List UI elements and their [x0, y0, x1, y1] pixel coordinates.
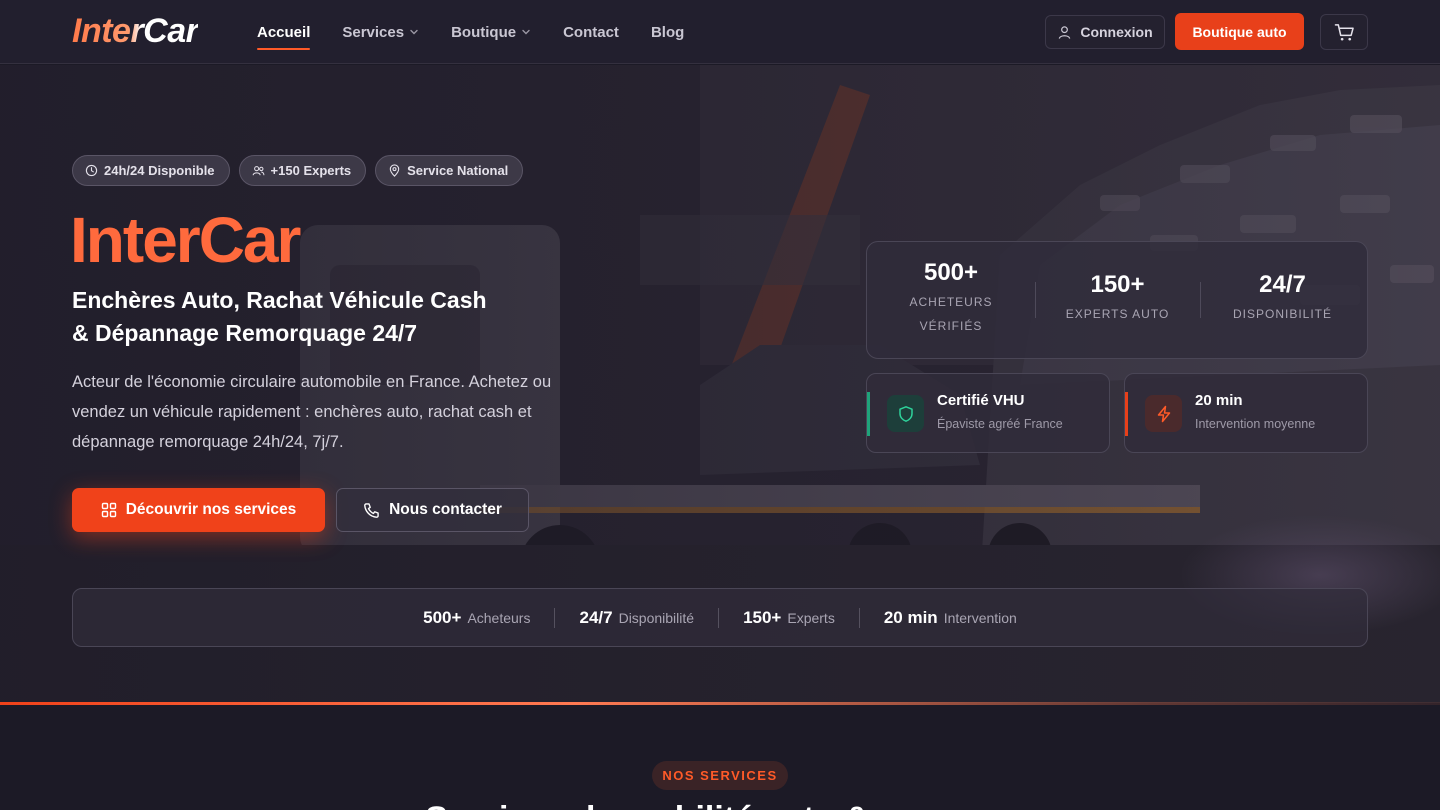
chevron-down-icon [522, 29, 530, 35]
bar-stat-label: Experts [787, 609, 835, 626]
contact-us-button[interactable]: Nous contacter [336, 488, 529, 532]
bar-stat-value: 24/7 [579, 607, 613, 627]
bar-stat-buyers: 500+ Acheteurs [399, 608, 554, 628]
card-accent [1125, 392, 1128, 436]
stat-label: EXPERTS AUTO [1065, 307, 1170, 321]
nav-link-services[interactable]: Services [342, 0, 419, 64]
stat-label: DISPONIBILITÉ [1232, 307, 1333, 321]
bar-stat-availability: 24/7 Disponibilité [555, 608, 718, 628]
map-pin-icon [389, 164, 400, 177]
stat-value: 500+ [923, 259, 979, 286]
bar-stat-intervention: 20 min Intervention [860, 608, 1041, 628]
stat-value: 150+ [1090, 271, 1145, 298]
card-title: Certifié VHU [937, 392, 1025, 409]
hero-section: 24h/24 Disponible +150 Experts Service N… [0, 65, 1440, 703]
lightning-icon [1157, 405, 1170, 422]
bar-stat-experts: 150+ Experts [719, 608, 859, 628]
users-icon [252, 166, 265, 176]
hero-subtitle-line-1: Enchères Auto, Rachat Véhicule Cash [72, 287, 487, 313]
card-title: 20 min [1195, 392, 1243, 409]
nav-link-contact[interactable]: Contact [563, 0, 619, 64]
navbar: InterCar Accueil Services Boutique Conta… [0, 0, 1440, 64]
stat-experts: 150+ EXPERTS AUTO [1035, 242, 1200, 360]
bar-stat-value: 20 min [883, 607, 938, 627]
chevron-down-icon [410, 29, 418, 35]
shield-icon [898, 405, 913, 422]
nav-link-label: Contact [563, 23, 619, 41]
card-intervention-time: 20 min Intervention moyenne [1124, 373, 1368, 453]
login-label: Connexion [1080, 24, 1153, 40]
hero-subtitle-line-2: & Dépannage Remorquage 24/7 [72, 320, 418, 346]
bar-stat-label: Disponibilité [618, 609, 695, 626]
phone-icon [364, 502, 379, 518]
login-button[interactable]: Connexion [1045, 15, 1165, 49]
discover-services-button[interactable]: Découvrir nos services [72, 488, 325, 532]
card-subtitle: Intervention moyenne [1195, 417, 1316, 431]
nav-link-boutique[interactable]: Boutique [451, 0, 531, 64]
badge-label: Service National [407, 163, 509, 178]
hero-stats-card: 500+ ACHETEURS VÉRIFIÉS 150+ EXPERTS AUT… [866, 241, 1368, 359]
bar-stat-value: 500+ [423, 607, 462, 627]
logo[interactable]: InterCar [72, 12, 199, 51]
hero-stats-bar: 500+ Acheteurs 24/7 Disponibilité 150+ E… [72, 588, 1368, 647]
nav-link-label: Services [342, 23, 405, 41]
badge-label: 24h/24 Disponible [104, 163, 215, 178]
stat-value: 24/7 [1259, 271, 1306, 298]
card-icon-box [887, 395, 924, 432]
badge-national: Service National [375, 155, 524, 186]
badge-availability: 24h/24 Disponible [72, 155, 230, 186]
stat-availability: 24/7 DISPONIBILITÉ [1200, 242, 1365, 360]
services-section-heading: Services de mobilité auto & annexes [0, 800, 1440, 810]
card-certified-vhu: Certifié VHU Épaviste agréé France [866, 373, 1110, 453]
bar-stat-label: Acheteurs [467, 609, 531, 626]
badge-experts: +150 Experts [238, 155, 367, 186]
services-section-pill: NOS SERVICES [652, 761, 788, 790]
grid-icon [101, 502, 116, 518]
main-nav: Accueil Services Boutique Contact Blog [257, 0, 716, 64]
cta-primary-label: Découvrir nos services [125, 501, 297, 518]
card-accent [867, 392, 870, 436]
hero-title: InterCar [70, 204, 301, 276]
nav-link-label: Blog [650, 23, 685, 41]
nav-link-blog[interactable]: Blog [651, 0, 684, 64]
bar-stat-label: Intervention [943, 609, 1017, 626]
hero-divider-line [0, 702, 1440, 705]
hero-subtitle: Enchères Auto, Rachat Véhicule Cash & Dé… [72, 284, 592, 350]
user-icon [1059, 25, 1071, 39]
nav-link-accueil[interactable]: Accueil [257, 0, 311, 64]
stat-label: VÉRIFIÉS [919, 319, 983, 333]
card-icon-box [1145, 395, 1182, 432]
clock-icon [85, 164, 98, 177]
cta-secondary-label: Nous contacter [389, 501, 502, 518]
badge-label: +150 Experts [270, 163, 352, 178]
cart-icon [1334, 23, 1354, 40]
stat-label: ACHETEURS [909, 295, 993, 309]
nav-link-label: Boutique [451, 23, 517, 41]
card-subtitle: Épaviste agréé France [937, 417, 1063, 431]
nav-link-label: Accueil [257, 23, 311, 41]
hero-badges: 24h/24 Disponible +150 Experts Service N… [72, 155, 524, 186]
bar-stat-value: 150+ [743, 607, 782, 627]
hero-description: Acteur de l'économie circulaire automobi… [72, 373, 552, 451]
cart-button[interactable] [1320, 14, 1368, 50]
shop-button[interactable]: Boutique auto [1175, 13, 1304, 50]
stat-buyers: 500+ ACHETEURS VÉRIFIÉS [867, 242, 1035, 360]
